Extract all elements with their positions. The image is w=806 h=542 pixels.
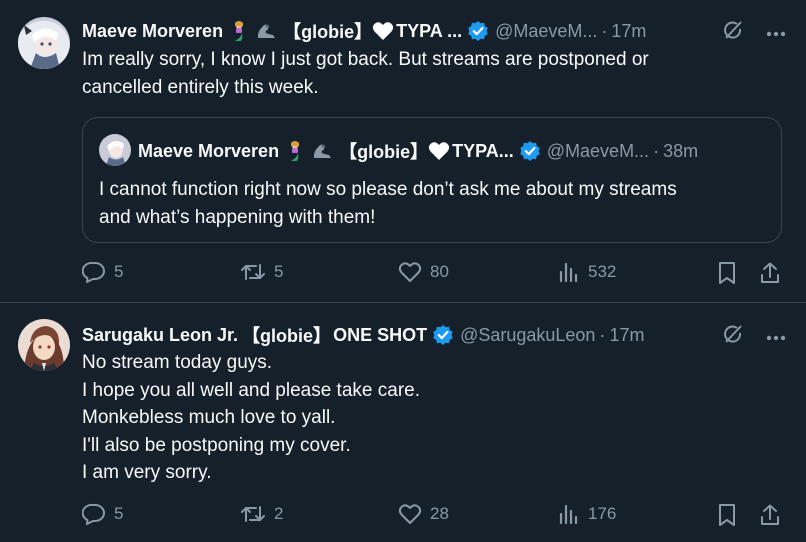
avatar[interactable] <box>18 319 70 371</box>
name-suffix: TYPA ... <box>396 20 463 41</box>
like-count: 28 <box>430 504 449 523</box>
seal-emoji-icon <box>255 20 277 42</box>
quoted-header: Maeve Morveren 【globie】 TYPA... @MaeveM.… <box>138 138 698 164</box>
tweet-actions: 5 2 28 176 <box>82 503 782 527</box>
like-count: 80 <box>430 262 449 281</box>
repost-count: 2 <box>274 504 284 523</box>
author-handle[interactable]: @SarugakuLeon <box>460 325 595 346</box>
reply-icon <box>82 261 105 283</box>
verified-badge-icon <box>519 140 541 162</box>
tweet-text-line: No stream today guys. <box>82 352 273 373</box>
verified-badge-icon <box>467 20 489 42</box>
verified-badge-icon <box>432 324 454 346</box>
repost-icon <box>241 264 265 280</box>
tweet-actions: 5 5 80 532 <box>82 261 782 285</box>
tweet-text-line: cancelled entirely this week. <box>82 76 319 98</box>
quoted-tweet[interactable]: Maeve Morveren 【globie】 TYPA... @MaeveM.… <box>82 117 782 243</box>
tweet-header: Sarugaku Leon Jr. 【globie】 ONE SHOT @Sar… <box>82 322 644 348</box>
bookmark-icon <box>719 504 735 526</box>
views-icon <box>559 504 578 525</box>
views-button[interactable]: 532 <box>558 261 616 283</box>
quoted-timestamp: 38m <box>663 140 699 161</box>
grok-icon[interactable] <box>722 323 744 350</box>
views-count: 176 <box>588 504 617 523</box>
quoted-name-tag: 【globie】 <box>339 142 429 162</box>
views-button[interactable]: 176 <box>558 503 616 525</box>
separator-dot: · <box>599 324 606 345</box>
share-button[interactable] <box>759 503 781 527</box>
bookmark-icon <box>719 262 735 284</box>
repost-count: 5 <box>274 262 284 281</box>
like-button[interactable]: 80 <box>398 261 449 283</box>
quoted-avatar <box>99 134 131 166</box>
reply-button[interactable]: 5 <box>82 503 123 525</box>
views-count: 532 <box>588 262 617 281</box>
repost-icon <box>241 506 265 522</box>
author-handle[interactable]: @MaeveM... <box>495 21 597 42</box>
quoted-text-line: I cannot function right now so please do… <box>99 179 677 200</box>
more-icon[interactable] <box>766 328 786 346</box>
like-icon <box>398 504 422 524</box>
tweet[interactable]: Sarugaku Leon Jr. 【globie】 ONE SHOT @Sar… <box>0 304 806 542</box>
share-icon <box>761 262 779 283</box>
tweet-text: Im really sorry, I know I just got back.… <box>82 46 649 101</box>
share-button[interactable] <box>759 261 781 285</box>
white-heart-emoji-icon <box>372 21 394 41</box>
reply-count: 5 <box>114 504 124 523</box>
tweet-text-line: I hope you all well and please take care… <box>82 379 420 401</box>
header-actions <box>722 19 786 46</box>
quoted-author-handle: @MaeveM... <box>546 140 650 161</box>
separator-dot: · <box>653 140 660 161</box>
mermaid-emoji-icon <box>228 20 250 42</box>
separator-dot: · <box>601 20 608 41</box>
grok-icon[interactable] <box>722 19 744 46</box>
author-name[interactable]: Maeve Morveren <box>82 21 223 42</box>
timestamp[interactable]: 17m <box>609 325 644 346</box>
bookmark-button[interactable] <box>716 261 738 285</box>
reply-button[interactable]: 5 <box>82 261 123 283</box>
tweet-text-line: I'll also be postponing my cover. <box>82 434 351 456</box>
like-icon <box>398 262 422 282</box>
quoted-name-suffix: TYPA... <box>452 140 514 161</box>
bookmark-button[interactable] <box>716 503 738 527</box>
header-actions <box>722 323 786 350</box>
tweet-text: No stream today guys. I hope you all wel… <box>82 349 420 487</box>
mermaid-emoji-icon <box>284 140 306 162</box>
tweet-header: Maeve Morveren 【globie】 TYPA ... @MaeveM… <box>82 18 646 44</box>
name-suffix: ONE SHOT <box>333 324 428 345</box>
more-icon[interactable] <box>766 24 786 42</box>
seal-emoji-icon <box>311 140 333 162</box>
quoted-text: I cannot function right now so please do… <box>99 176 677 231</box>
reply-icon <box>82 503 105 525</box>
tweet-text-line: Im really sorry, I know I just got back.… <box>82 49 649 70</box>
quoted-text-line: and what’s happening with them! <box>99 206 376 228</box>
share-icon <box>761 504 779 525</box>
like-button[interactable]: 28 <box>398 503 449 525</box>
repost-button[interactable]: 2 <box>240 503 283 525</box>
timestamp[interactable]: 17m <box>611 21 646 42</box>
reply-count: 5 <box>114 262 124 281</box>
quoted-author-name: Maeve Morveren <box>138 140 280 161</box>
tweet-text-line: Monkebless much love to yall. <box>82 407 336 428</box>
tweet[interactable]: Maeve Morveren 【globie】 TYPA ... @MaeveM… <box>0 0 806 303</box>
name-tag: 【globie】 <box>242 326 332 346</box>
avatar[interactable] <box>18 17 70 69</box>
tweet-text-line: I am very sorry. <box>82 462 212 483</box>
views-icon <box>559 262 578 283</box>
author-name[interactable]: Sarugaku Leon Jr. <box>82 325 238 346</box>
name-tag: 【globie】 <box>283 22 373 42</box>
repost-button[interactable]: 5 <box>240 261 283 283</box>
white-heart-emoji-icon <box>428 141 450 161</box>
